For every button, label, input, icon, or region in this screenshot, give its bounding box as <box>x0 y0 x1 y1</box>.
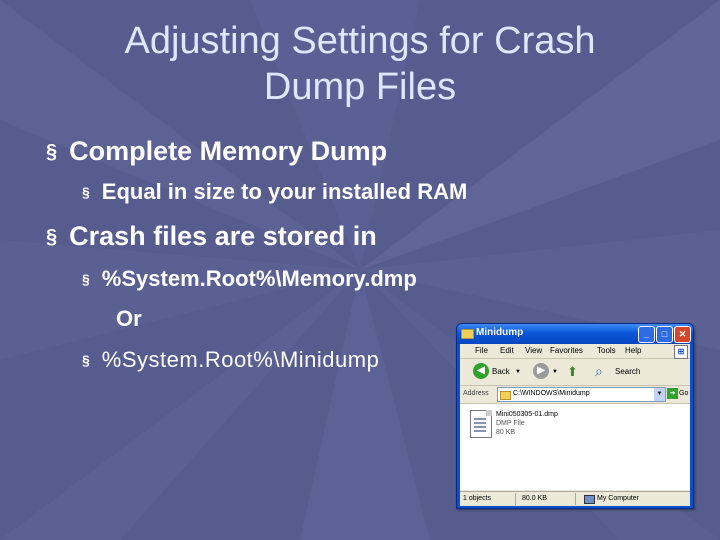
bullet-complete-memory-dump: § Complete Memory Dump <box>46 136 387 167</box>
address-label: Address <box>463 390 489 397</box>
folder-up-icon[interactable]: ⬆ <box>567 364 578 380</box>
toolbar: ◀ Back ▼ ▶ ▼ ⬆ ⌕ Search <box>460 359 690 386</box>
explorer-title: Minidump <box>476 327 524 338</box>
address-bar: Address C:\WINDOWS\Minidump ▼ ➜ Go <box>460 386 690 404</box>
back-arrow-icon[interactable]: ◀ <box>473 363 489 379</box>
explorer-titlebar: Minidump _ □ ✕ <box>457 324 693 344</box>
bullet-memory-dmp-path: § %System.Root%\Memory.dmp <box>82 266 417 292</box>
menu-edit[interactable]: Edit <box>500 346 514 355</box>
bullet-marker: § <box>82 352 90 368</box>
file-name: Mini050305-01.dmp <box>496 411 558 418</box>
go-arrow-icon[interactable]: ➜ <box>667 388 678 399</box>
folder-icon <box>461 329 474 339</box>
minimize-button[interactable]: _ <box>638 326 655 343</box>
bullet-marker: § <box>82 184 90 200</box>
file-type: DMP File <box>496 420 525 427</box>
bullet-text: Complete Memory Dump <box>69 136 388 166</box>
back-label[interactable]: Back <box>492 367 510 376</box>
bullet-text: Crash files are stored in <box>69 221 377 251</box>
bullet-text: %System.Root%\Memory.dmp <box>101 266 417 291</box>
status-objects: 1 objects <box>463 495 492 502</box>
bullet-text: Equal in size to your installed RAM <box>101 179 468 204</box>
slide-title: Adjusting Settings for Crash Dump Files <box>70 18 650 110</box>
menu-favorites[interactable]: Favorites <box>550 346 583 355</box>
menu-tools[interactable]: Tools <box>597 346 616 355</box>
go-label[interactable]: Go <box>679 390 688 397</box>
forward-dropdown-icon[interactable]: ▼ <box>552 369 558 375</box>
search-label[interactable]: Search <box>615 367 640 376</box>
menu-help[interactable]: Help <box>625 346 641 355</box>
menu-bar: File Edit View Favorites Tools Help ⊞ <box>460 344 690 359</box>
file-list: Mini050305-01.dmp DMP File 80 KB <box>460 404 690 490</box>
title-line-1: Adjusting Settings for Crash <box>124 20 596 62</box>
slide: Adjusting Settings for Crash Dump Files … <box>0 0 720 540</box>
menu-file[interactable]: File <box>475 346 488 355</box>
search-icon[interactable]: ⌕ <box>595 363 603 380</box>
or-text: Or <box>116 306 142 331</box>
menu-view[interactable]: View <box>525 346 542 355</box>
bullet-marker: § <box>82 271 90 287</box>
explorer-body: File Edit View Favorites Tools Help ⊞ ◀ … <box>460 344 690 506</box>
status-size: 80.0 KB <box>522 495 547 502</box>
status-location: My Computer <box>597 495 640 502</box>
bullet-equal-in-size: § Equal in size to your installed RAM <box>82 179 467 205</box>
forward-arrow-icon[interactable]: ▶ <box>533 363 549 379</box>
address-value: C:\WINDOWS\Minidump <box>513 390 590 397</box>
bullet-crash-files-stored: § Crash files are stored in <box>46 221 377 252</box>
my-computer-icon <box>584 495 595 504</box>
bullet-marker: § <box>46 226 58 248</box>
back-dropdown-icon[interactable]: ▼ <box>515 369 521 375</box>
folder-icon <box>500 391 511 400</box>
explorer-window-screenshot: Minidump _ □ ✕ File Edit View Favorites … <box>456 323 694 509</box>
title-line-2: Dump Files <box>263 66 457 108</box>
bullet-minidump-path: § %System.Root%\Minidump <box>82 347 379 373</box>
address-input[interactable]: C:\WINDOWS\Minidump ▼ <box>497 387 666 402</box>
maximize-button[interactable]: □ <box>656 326 673 343</box>
file-size: 80 KB <box>496 429 516 436</box>
close-button[interactable]: ✕ <box>674 326 691 343</box>
status-bar: 1 objects 80.0 KB My Computer <box>460 491 690 506</box>
bullet-marker: § <box>46 141 58 163</box>
bullet-text: %System.Root%\Minidump <box>101 347 380 372</box>
windows-logo-icon: ⊞ <box>674 345 688 359</box>
dmp-file-icon <box>470 410 492 438</box>
chevron-down-icon[interactable]: ▼ <box>654 388 665 401</box>
